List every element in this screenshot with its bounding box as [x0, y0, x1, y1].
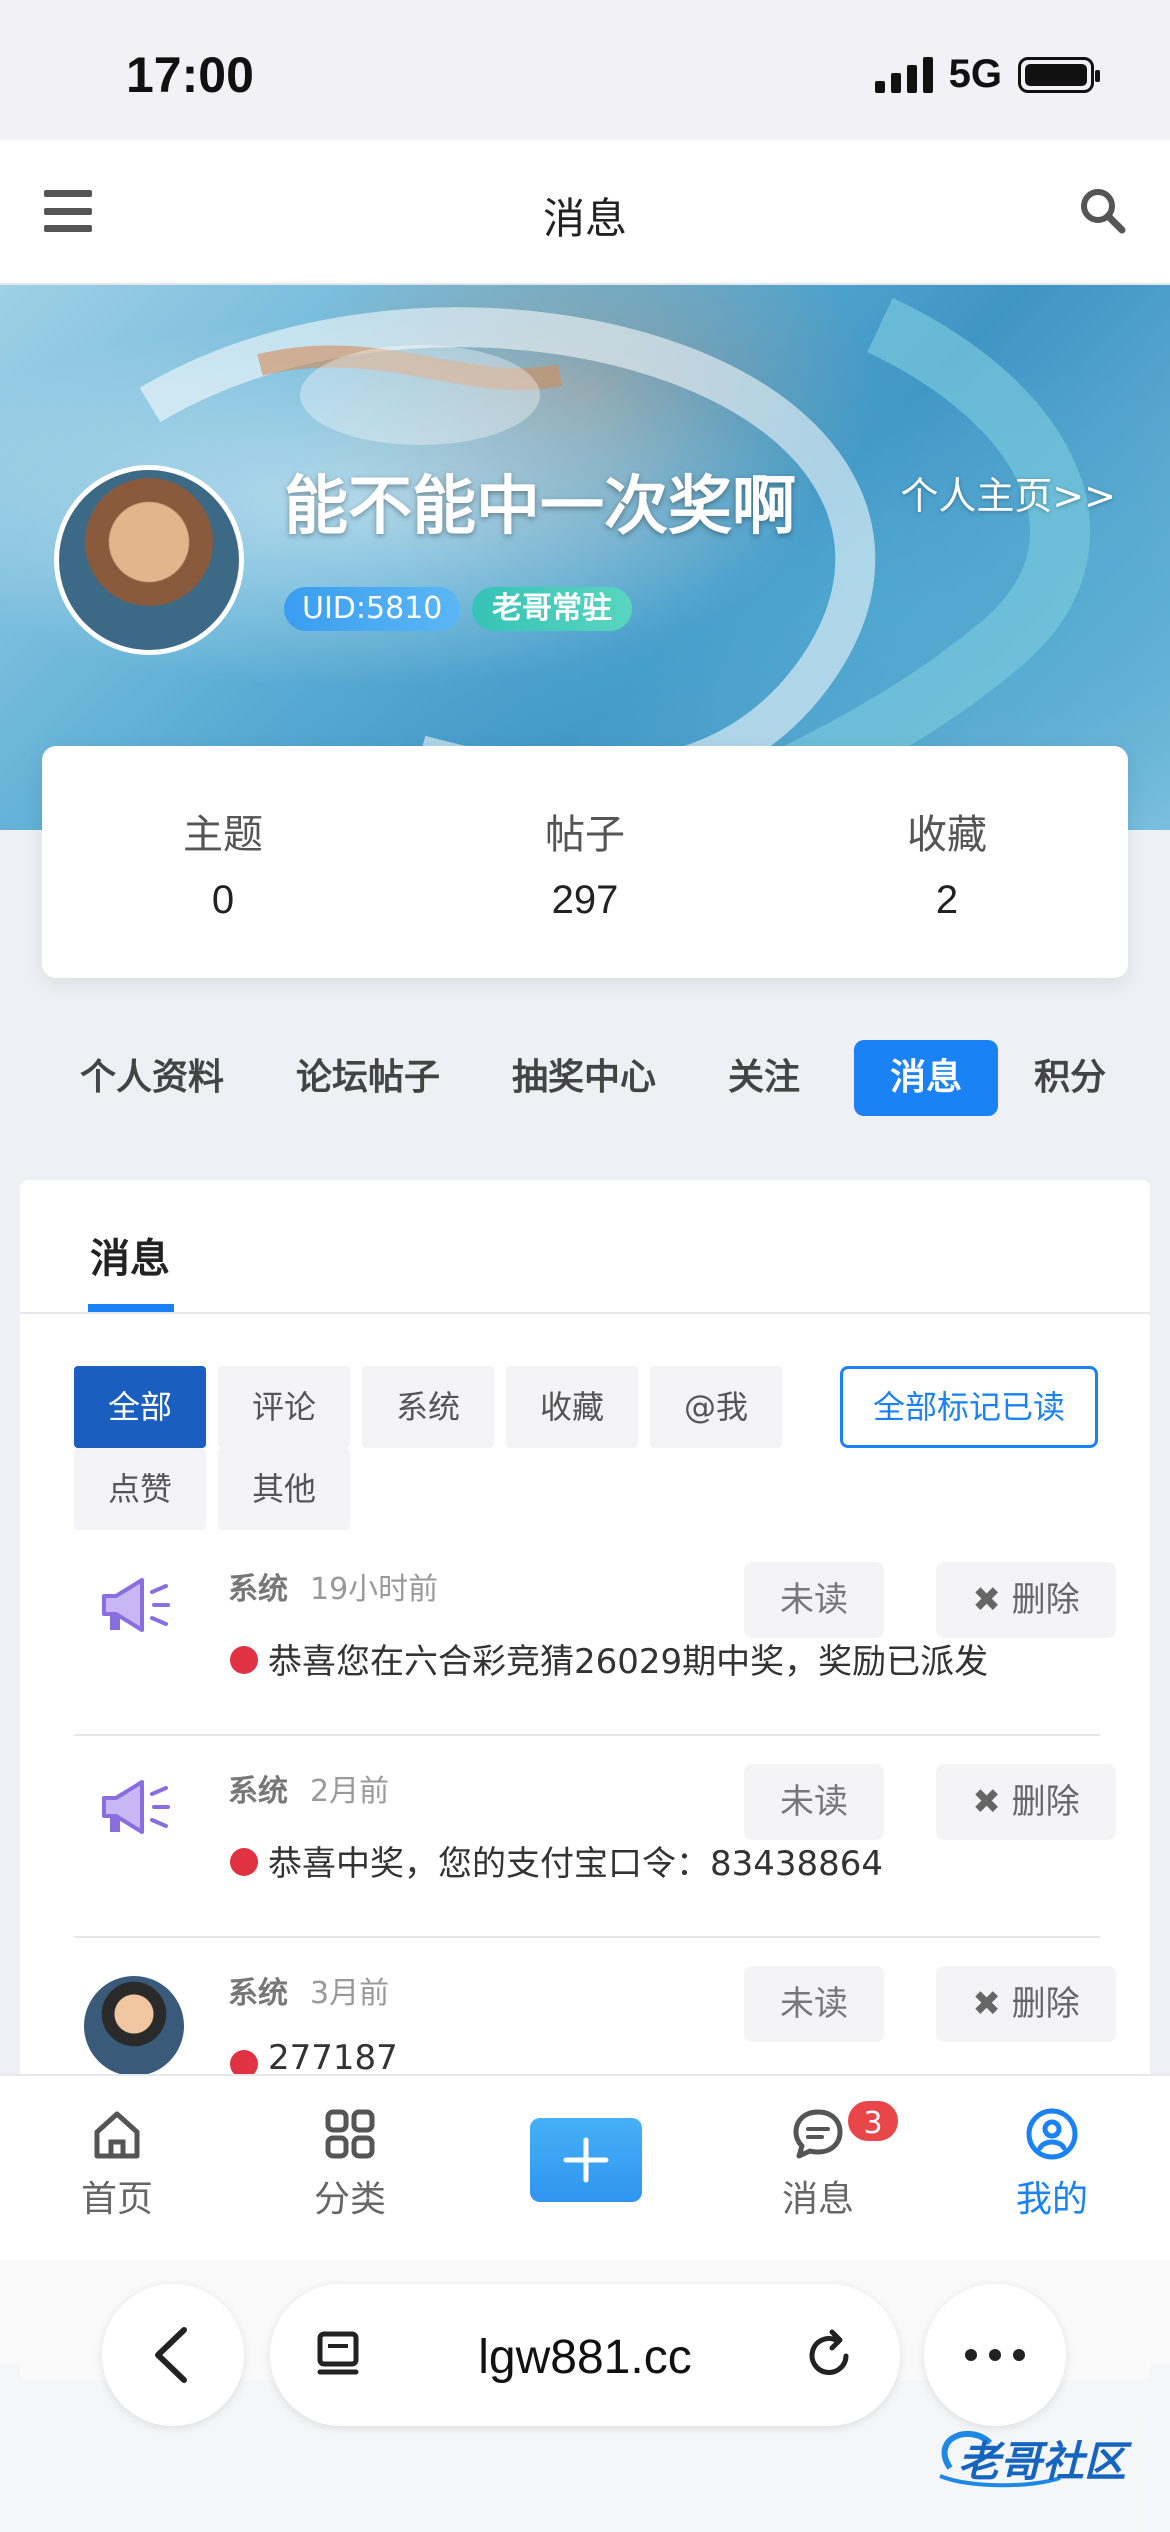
tab-lottery-center[interactable]: 抽奖中心 — [494, 1040, 674, 1116]
level-badge: 老哥常驻 — [472, 587, 632, 631]
message-time: 2月前 — [310, 1774, 390, 1809]
tab-mine[interactable]: 我的 — [977, 2104, 1127, 2222]
stat-label: 主题 — [183, 811, 263, 858]
stat-favorites[interactable]: 收藏 2 — [817, 802, 1077, 923]
message-type: 系统 — [228, 1774, 288, 1809]
user-avatar[interactable] — [54, 465, 244, 655]
delete-button[interactable]: ✖ 删除 — [936, 1966, 1116, 2042]
message-type: 系统 — [228, 1976, 288, 2011]
filter-mentions[interactable]: @我 — [650, 1366, 782, 1448]
username: 能不能中一次奖啊 — [284, 470, 796, 544]
tab-label: 消息 — [781, 2179, 854, 2220]
stats-card: 主题 0 帖子 297 收藏 2 — [42, 746, 1128, 978]
top-header: 消息 — [0, 140, 1170, 285]
tab-following[interactable]: 关注 — [710, 1040, 818, 1116]
tab-home[interactable]: 首页 — [42, 2104, 192, 2222]
message-time: 3月前 — [310, 1976, 390, 2011]
megaphone-icon — [102, 1780, 170, 1834]
unread-button[interactable]: 未读 — [744, 1966, 884, 2042]
tab-forum-posts[interactable]: 论坛帖子 — [278, 1040, 458, 1116]
home-icon — [94, 2111, 140, 2159]
search-icon[interactable] — [1078, 186, 1126, 234]
browser-back-button[interactable] — [102, 2284, 244, 2426]
filter-other[interactable]: 其他 — [218, 1448, 350, 1530]
tab-points[interactable]: 积分 — [1016, 1040, 1124, 1116]
page-title: 消息 — [542, 194, 627, 243]
delete-label: 删除 — [1011, 1580, 1080, 1620]
stat-value: 0 — [211, 877, 235, 922]
user-icon — [1026, 2108, 1078, 2160]
reload-icon[interactable] — [804, 2328, 856, 2382]
delete-button[interactable]: ✖ 删除 — [936, 1764, 1116, 1840]
status-time: 17:00 — [126, 47, 254, 103]
battery-icon — [1018, 56, 1100, 93]
close-icon: ✖ — [972, 1580, 1001, 1620]
add-post-button[interactable] — [530, 2118, 642, 2202]
unread-dot — [230, 1848, 258, 1876]
plus-icon — [563, 2137, 609, 2183]
message-type: 系统 — [228, 1572, 288, 1607]
watermark-text: 老哥社区 — [958, 2437, 1127, 2486]
tab-messages[interactable]: 消息 — [854, 1040, 999, 1116]
browser-more-button[interactable] — [924, 2284, 1066, 2426]
chat-icon — [793, 2109, 843, 2159]
tab-label: 我的 — [1015, 2179, 1088, 2220]
unread-dot — [230, 1646, 258, 1674]
message-text: 恭喜中奖，您的支付宝口令：83438864 — [268, 1844, 884, 1884]
megaphone-icon — [102, 1578, 170, 1632]
stat-value: 2 — [935, 877, 959, 922]
active-tab-indicator — [88, 1304, 174, 1312]
chevron-left-icon — [155, 2327, 187, 2383]
filter-system[interactable]: 系统 — [362, 1366, 494, 1448]
network-label: 5G — [948, 52, 1002, 96]
filter-all[interactable]: 全部 — [74, 1366, 206, 1448]
profile-page-link[interactable]: 个人主页>> — [900, 465, 1116, 520]
mark-all-read-button[interactable]: 全部标记已读 — [840, 1366, 1098, 1448]
address-bar[interactable]: lgw881.cc — [270, 2284, 900, 2426]
signal-icon — [874, 56, 933, 93]
tab-label: 首页 — [80, 2179, 153, 2220]
message-time: 19小时前 — [310, 1572, 439, 1607]
close-icon: ✖ — [972, 1782, 1001, 1822]
more-icon — [965, 2349, 1025, 2361]
close-icon: ✖ — [972, 1984, 1001, 2024]
delete-label: 删除 — [1011, 1984, 1080, 2024]
unread-button[interactable]: 未读 — [744, 1562, 884, 1638]
divider — [20, 1312, 1150, 1314]
profile-tabs: 个人资料 论坛帖子 抽奖中心 关注 消息 积分 — [62, 1040, 1124, 1116]
message-text: 恭喜您在六合彩竞猜26029期中奖，奖励已派发 — [268, 1642, 989, 1682]
message-text: 277187 — [268, 2038, 398, 2078]
stat-topics[interactable]: 主题 0 — [93, 802, 353, 923]
message-item[interactable]: 系统 19小时前 未读 ✖ 删除 恭喜您在六合彩竞猜26029期中奖，奖励已派发 — [74, 1534, 1116, 1736]
status-bar: 17:00 5G — [0, 0, 1170, 140]
uid-badge: UID:5810 — [284, 587, 461, 631]
panel-tab-messages[interactable]: 消息 — [90, 1226, 170, 1284]
filter-comments[interactable]: 评论 — [218, 1366, 350, 1448]
unread-button[interactable]: 未读 — [744, 1764, 884, 1840]
stat-value: 297 — [551, 877, 619, 922]
message-item[interactable]: 系统 2月前 未读 ✖ 删除 恭喜中奖，您的支付宝口令：83438864 — [74, 1736, 1116, 1938]
stat-label: 收藏 — [907, 811, 987, 858]
tab-categories[interactable]: 分类 — [275, 2104, 425, 2222]
stat-posts[interactable]: 帖子 297 — [455, 802, 715, 923]
tab-label: 分类 — [313, 2179, 386, 2220]
filter-likes[interactable]: 点赞 — [74, 1448, 206, 1530]
stat-label: 帖子 — [545, 811, 625, 858]
filter-favorites[interactable]: 收藏 — [506, 1366, 638, 1448]
tab-profile-info[interactable]: 个人资料 — [62, 1040, 242, 1116]
status-indicators: 5G — [874, 52, 1100, 97]
delete-label: 删除 — [1011, 1782, 1080, 1822]
grid-icon — [325, 2109, 375, 2159]
delete-button[interactable]: ✖ 删除 — [936, 1562, 1116, 1638]
unread-count-badge: 3 — [845, 2098, 901, 2144]
sender-avatar[interactable] — [84, 1976, 184, 2076]
